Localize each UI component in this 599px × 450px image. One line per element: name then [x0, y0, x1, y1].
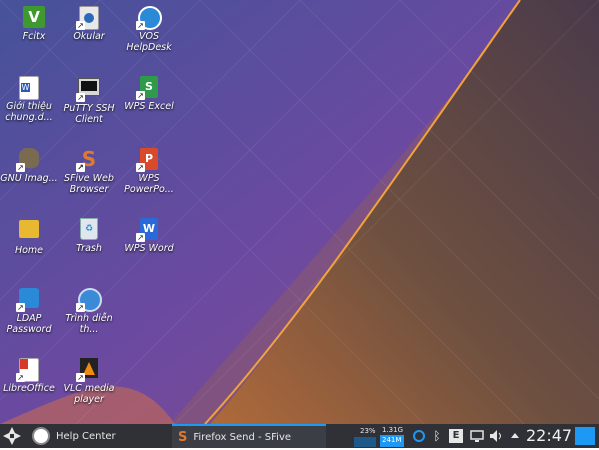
task-label: Help Center [56, 430, 116, 442]
memory-total: 1.31G [382, 426, 404, 434]
desktop-icon-vos-helpdesk[interactable]: ↗ VOS HelpDesk [116, 6, 182, 53]
shortcut-arrow-icon: ↗ [136, 21, 145, 30]
app-launcher-icon[interactable] [2, 426, 22, 446]
desktop-icon-wps-excel[interactable]: S ↗ WPS Excel [116, 76, 182, 112]
network-icon[interactable] [412, 428, 426, 444]
clock[interactable]: 22:47 [526, 426, 572, 446]
task-firefox-send[interactable]: S Firefox Send - SFive [172, 424, 326, 448]
help-center-icon [32, 427, 50, 445]
desktop-icon-okular[interactable]: ↗ Okular [56, 6, 122, 42]
memory-used: 241M [382, 436, 402, 444]
shortcut-arrow-icon: ↗ [136, 163, 145, 172]
ldap-password-icon: ↗ [16, 288, 40, 312]
shortcut-arrow-icon: ↗ [76, 373, 85, 382]
desktop-icon-gioi-thieu[interactable]: W Giới thiệu chung.d... [0, 76, 62, 123]
desktop-icon-trinh-dien[interactable]: ↗ Trình diễn th... [56, 288, 122, 335]
desktop-icon-wps-powerpoint[interactable]: P ↗ WPS PowerPo... [116, 148, 182, 195]
display-icon[interactable] [470, 428, 484, 444]
shortcut-arrow-icon: ↗ [76, 93, 85, 102]
volume-icon[interactable] [489, 428, 503, 444]
desktop: V Fcitx ↗ Okular ↗ VOS HelpDesk W Giới t… [0, 0, 599, 424]
presentation-icon: ↗ [76, 288, 102, 312]
shortcut-arrow-icon: ↗ [16, 163, 25, 172]
desktop-icon-gimp[interactable]: ↗ GNU Imag... [0, 148, 62, 184]
shortcut-arrow-icon: ↗ [16, 303, 25, 312]
wps-word-icon: W ↗ [136, 218, 160, 242]
task-help-center[interactable]: Help Center [28, 426, 172, 446]
libreoffice-icon: ↗ [16, 358, 40, 382]
sfive-browser-icon: S [178, 429, 188, 445]
vlc-icon: ↗ [76, 358, 100, 382]
desktop-icon-putty[interactable]: ↗ PuTTY SSH Client [56, 76, 122, 125]
home-folder-icon [18, 220, 40, 242]
task-label: Firefox Send - SFive [193, 431, 292, 443]
wps-powerpoint-icon: P ↗ [136, 148, 160, 172]
trash-icon: ♻ [78, 218, 100, 240]
desktop-icon-vlc[interactable]: ↗ VLC media player [56, 358, 122, 405]
okular-icon: ↗ [76, 6, 100, 30]
taskbar: Help Center S Firefox Send - SFive 23% 1… [0, 424, 599, 448]
desktop-icon-home[interactable]: Home [0, 218, 62, 256]
desktop-icon-ldap-password[interactable]: ↗ LDAP Password [0, 288, 62, 335]
shortcut-arrow-icon: ↗ [136, 91, 145, 100]
desktop-icon-sfive-browser[interactable]: S ↗ SFive Web Browser [56, 148, 122, 195]
cpu-percent: 23% [360, 427, 376, 435]
word-document-icon: W [18, 76, 40, 100]
tray-expand-icon[interactable] [508, 428, 522, 444]
sfive-browser-icon: S ↗ [76, 147, 97, 172]
shortcut-arrow-icon: ↗ [76, 303, 85, 312]
putty-icon: ↗ [76, 78, 100, 102]
vos-helpdesk-icon: ↗ [136, 6, 162, 30]
gimp-icon: ↗ [16, 148, 40, 172]
e-input-icon[interactable]: E [449, 429, 463, 443]
show-desktop-button[interactable] [575, 427, 595, 445]
cpu-graph [354, 437, 376, 447]
shortcut-arrow-icon: ↗ [76, 163, 85, 172]
wps-excel-icon: S ↗ [136, 76, 160, 100]
shortcut-arrow-icon: ↗ [16, 373, 25, 382]
shortcut-arrow-icon: ↗ [136, 233, 145, 242]
fcitx-icon: V [23, 6, 45, 28]
desktop-icon-libreoffice[interactable]: ↗ LibreOffice [0, 358, 62, 394]
desktop-icon-wps-word[interactable]: W ↗ WPS Word [116, 218, 182, 254]
desktop-icon-trash[interactable]: ♻ Trash [56, 218, 122, 254]
shortcut-arrow-icon: ↗ [76, 21, 85, 30]
bluetooth-icon[interactable]: ᛒ [430, 428, 444, 444]
system-monitor[interactable]: 23% 1.31G 241M [354, 425, 406, 447]
